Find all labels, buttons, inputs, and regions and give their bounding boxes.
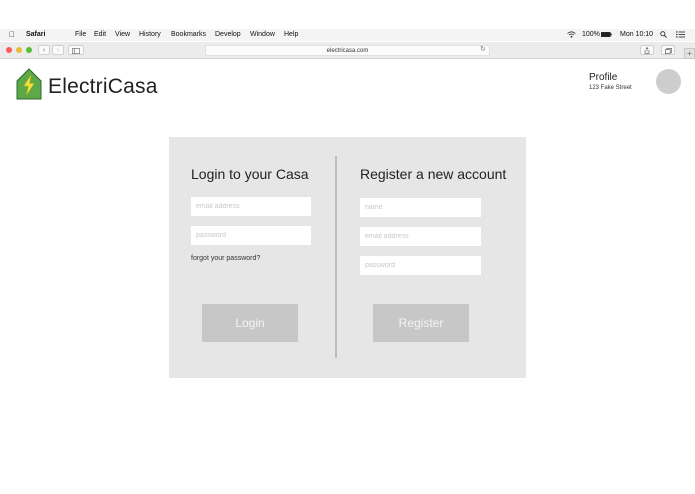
profile-address: 123 Fake Street — [589, 85, 632, 91]
menu-edit[interactable]: Edit — [94, 31, 106, 38]
tabs-overview-icon[interactable] — [661, 45, 675, 55]
login-heading: Login to your Casa — [191, 166, 309, 182]
close-window-button[interactable] — [6, 47, 12, 53]
battery-icon[interactable] — [601, 32, 612, 39]
login-password-input[interactable] — [191, 226, 311, 245]
browser-toolbar: ‹ › electricasa.com ↻ — [0, 42, 695, 59]
back-button[interactable]: ‹ — [38, 45, 50, 55]
menu-develop[interactable]: Develop — [215, 31, 241, 38]
menu-app-name[interactable]: Safari — [26, 31, 45, 38]
menu-history[interactable]: History — [139, 31, 161, 38]
electricasa-logo-icon[interactable] — [16, 68, 42, 105]
apple-icon[interactable]:  — [9, 30, 15, 39]
register-button[interactable]: Register — [373, 304, 469, 342]
login-email-input[interactable] — [191, 197, 311, 216]
register-heading: Register a new account — [360, 166, 507, 182]
minimize-window-button[interactable] — [16, 47, 22, 53]
register-name-input[interactable] — [360, 198, 481, 217]
brand-name[interactable]: ElectriCasa — [48, 75, 158, 99]
menubar-clock[interactable]: Mon 10:10 — [620, 31, 653, 38]
menu-bookmarks[interactable]: Bookmarks — [171, 31, 206, 38]
profile-link[interactable]: Profile — [589, 72, 617, 83]
forward-button[interactable]: › — [52, 45, 64, 55]
register-password-input[interactable] — [360, 256, 481, 275]
menu-view[interactable]: View — [115, 31, 130, 38]
menu-help[interactable]: Help — [284, 31, 298, 38]
sidebar-toggle-icon[interactable] — [68, 45, 84, 55]
wifi-icon[interactable] — [567, 31, 576, 40]
menu-file[interactable]: File — [75, 31, 86, 38]
register-email-input[interactable] — [360, 227, 481, 246]
share-icon[interactable] — [640, 45, 654, 55]
notification-center-icon[interactable] — [676, 31, 685, 40]
login-button[interactable]: Login — [202, 304, 298, 342]
address-bar[interactable]: electricasa.com — [205, 45, 490, 56]
forgot-password-link[interactable]: forgot your password? — [191, 255, 260, 262]
new-tab-button[interactable]: + — [684, 48, 695, 59]
address-bar-url: electricasa.com — [326, 48, 369, 54]
menu-window[interactable]: Window — [250, 31, 275, 38]
battery-percent: 100% — [582, 31, 600, 38]
spotlight-icon[interactable] — [660, 31, 667, 40]
macos-menubar:  Safari File Edit View History Bookmark… — [0, 29, 695, 41]
zoom-window-button[interactable] — [26, 47, 32, 53]
reload-icon[interactable]: ↻ — [480, 45, 486, 53]
panel-divider — [335, 156, 337, 358]
avatar[interactable] — [656, 69, 681, 94]
